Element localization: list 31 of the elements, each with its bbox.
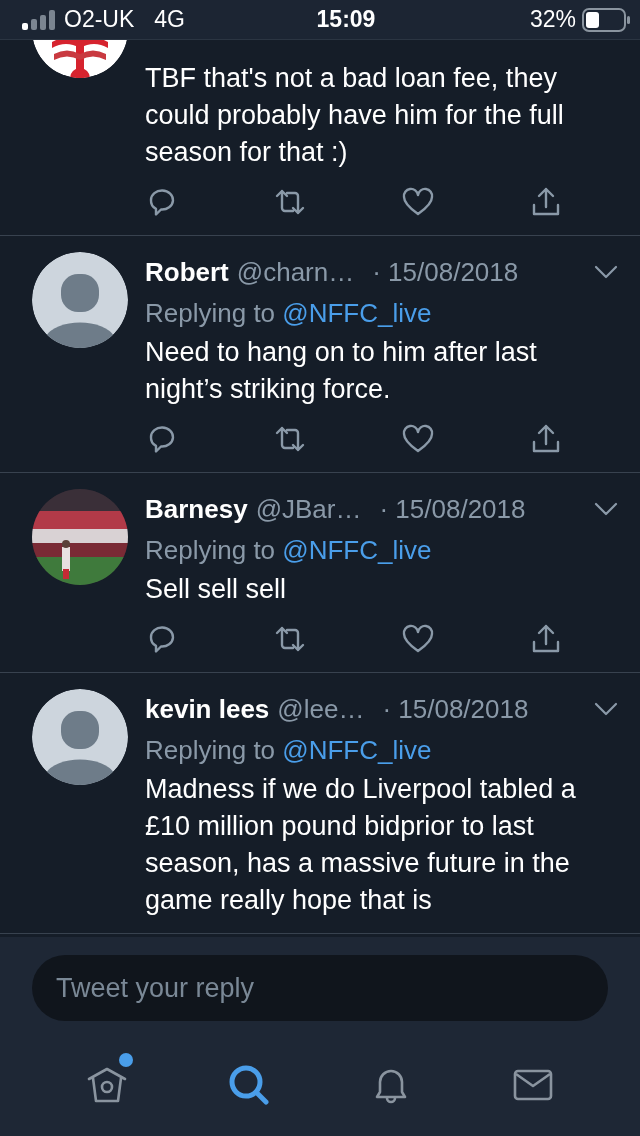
battery-percent: 32%: [529, 6, 576, 33]
tweet-text: Need to hang on to him after last night’s striking force.: [145, 336, 538, 406]
signal-icon: [22, 9, 56, 30]
user-name[interactable]: Barnesy: [145, 493, 248, 525]
network-type: 4G: [154, 6, 185, 33]
avatar-icon[interactable]: [32, 252, 128, 348]
user-handle[interactable]: @charn…: [236, 256, 355, 288]
tweet-text: Madness if we do Liverpool tabled a £10 million pound bidprior to last season, has a massive future in the game really hope that is: [145, 773, 577, 917]
user-name[interactable]: Robert: [145, 256, 229, 288]
tweet-date: · 15/08/2018: [379, 493, 527, 525]
replying-label: Replying to: [145, 298, 276, 328]
carrier-name: O2-UK: [64, 6, 135, 33]
mention-link[interactable]: @NFFC_live: [282, 298, 432, 328]
mention-link[interactable]: @NFFC_live: [282, 735, 432, 765]
reply-field[interactable]: Tweet your reply: [32, 955, 608, 1021]
user-name[interactable]: kevin lees: [145, 693, 270, 725]
tweet-date: · 15/08/2018: [382, 693, 530, 725]
clock-time: 15:09: [315, 6, 377, 33]
tweet-date: · 15/08/2018: [372, 256, 520, 288]
caret-icon[interactable]: [594, 265, 618, 279]
user-handle[interactable]: @lee…: [277, 693, 365, 725]
tweet-text: TBF that's not a bad loan fee, they could probably have him for the full season for that :): [145, 62, 565, 169]
avatar-icon[interactable]: [32, 689, 128, 785]
user-handle[interactable]: @JBar…: [255, 493, 362, 525]
tweet-text: Sell sell sell: [145, 573, 288, 606]
replying-label: Replying to: [145, 535, 276, 565]
mention-link[interactable]: @NFFC_live: [282, 535, 432, 565]
battery-icon: [582, 7, 630, 32]
replying-label: Replying to: [145, 735, 276, 765]
caret-icon[interactable]: [594, 502, 618, 516]
caret-icon[interactable]: [594, 702, 618, 716]
